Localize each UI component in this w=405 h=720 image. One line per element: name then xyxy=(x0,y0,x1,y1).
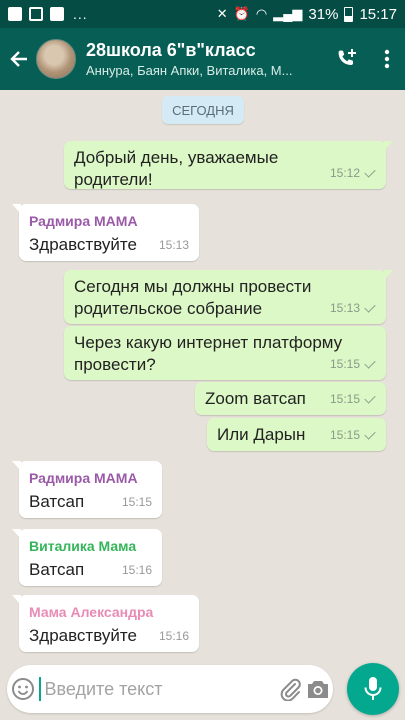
more-options-icon[interactable] xyxy=(369,28,405,90)
message-text: Добрый день, уважаемые родители! xyxy=(74,148,279,189)
message-incoming[interactable]: Мама Александра Здравствуйте 15:16 xyxy=(12,595,199,652)
compose-bar xyxy=(7,665,333,713)
message-meta: 15:16 xyxy=(122,559,152,581)
message-meta: 15:16 xyxy=(159,625,189,647)
message-incoming[interactable]: Радмира МАМА Здравствуйте 15:13 xyxy=(12,204,199,261)
voice-record-button[interactable] xyxy=(347,663,399,715)
message-sender: Виталика Мама xyxy=(29,538,137,554)
gallery-notification-icon xyxy=(50,7,64,21)
camera-icon[interactable] xyxy=(303,665,333,713)
message-outgoing[interactable]: Через какую интернет платформу провести?… xyxy=(64,326,386,380)
battery-icon xyxy=(344,6,354,22)
message-text: Через какую интернет платформу провести? xyxy=(74,333,343,374)
message-text: Сегодня мы должны провести родительское … xyxy=(74,277,312,318)
chat-header: 28школа 6"в"класс Аннура, Баян Апки, Вит… xyxy=(0,28,405,90)
message-text: Здравствуйте xyxy=(29,235,137,254)
message-time: 15:15 xyxy=(329,357,360,371)
message-text: Здравствуйте xyxy=(29,626,137,645)
sent-check-icon xyxy=(364,429,376,441)
status-bar: ... ✕ ⏰ ◠ ▂▄▆ 31% 15:17 xyxy=(0,0,405,28)
message-meta: 15:12 xyxy=(330,162,376,184)
sent-check-icon xyxy=(364,302,376,314)
group-avatar[interactable] xyxy=(36,39,76,79)
back-arrow-icon[interactable] xyxy=(2,28,36,90)
add-call-icon[interactable] xyxy=(323,28,369,90)
alarm-icon: ⏰ xyxy=(233,6,250,21)
message-time: 15:13 xyxy=(158,238,189,252)
message-meta: 15:13 xyxy=(159,234,189,256)
date-divider: СЕГОДНЯ xyxy=(162,96,244,124)
message-meta: 15:15 xyxy=(330,424,376,446)
message-outgoing[interactable]: Добрый день, уважаемые родители! 15:12 xyxy=(64,141,393,189)
message-time: 15:13 xyxy=(329,301,360,315)
message-incoming[interactable]: Радмира МАМА Ватсап 15:15 xyxy=(12,461,162,518)
message-meta: 15:15 xyxy=(330,388,376,410)
clock: 15:17 xyxy=(359,5,397,23)
sent-check-icon xyxy=(364,393,376,405)
sent-check-icon xyxy=(364,167,376,179)
message-sender: Радмира МАМА xyxy=(29,470,138,486)
more-notifications: ... xyxy=(73,6,88,22)
message-meta: 15:15 xyxy=(122,491,152,513)
message-time: 15:16 xyxy=(158,629,189,643)
chat-members: Аннура, Баян Апки, Виталика, М... xyxy=(86,63,293,78)
battery-percent: 31% xyxy=(308,5,339,23)
message-text: Ватсап xyxy=(29,560,85,579)
paperclip-icon[interactable] xyxy=(276,665,303,713)
wifi-icon: ◠ xyxy=(255,6,268,21)
message-text: Или Дарын xyxy=(217,425,306,444)
message-sender: Мама Александра xyxy=(29,604,154,620)
message-time: 15:15 xyxy=(121,495,152,509)
signal-icon: ▂▄▆ xyxy=(273,6,303,21)
message-list[interactable]: СЕГОДНЯ Добрый день, уважаемые родители!… xyxy=(0,90,405,660)
message-text: Zoom ватсап xyxy=(205,389,306,408)
mute-icon: ✕ xyxy=(216,6,228,21)
chat-title: 28школа 6"в"класс xyxy=(86,40,256,60)
flipboard-notification-icon xyxy=(29,7,43,21)
message-outgoing[interactable]: Zoom ватсап 15:15 xyxy=(195,382,386,415)
sent-check-icon xyxy=(364,358,376,370)
message-incoming[interactable]: Виталика Мама Ватсап 15:16 xyxy=(12,529,162,586)
message-time: 15:15 xyxy=(329,428,360,442)
message-time: 15:12 xyxy=(329,166,360,180)
message-outgoing[interactable]: Или Дарын 15:15 xyxy=(207,418,386,451)
message-text: Ватсап xyxy=(29,492,85,511)
message-time: 15:16 xyxy=(121,563,152,577)
chat-info[interactable]: 28школа 6"в"класс Аннура, Баян Апки, Вит… xyxy=(86,40,323,78)
emoji-icon[interactable] xyxy=(7,665,39,713)
message-time: 15:15 xyxy=(329,392,360,406)
message-outgoing[interactable]: Сегодня мы должны провести родительское … xyxy=(64,270,393,324)
microphone-icon xyxy=(364,677,382,700)
message-meta: 15:15 xyxy=(330,353,376,375)
message-meta: 15:13 xyxy=(330,297,376,319)
message-sender: Радмира МАМА xyxy=(29,213,138,229)
image-notification-icon xyxy=(8,7,22,21)
message-input[interactable] xyxy=(39,677,277,701)
